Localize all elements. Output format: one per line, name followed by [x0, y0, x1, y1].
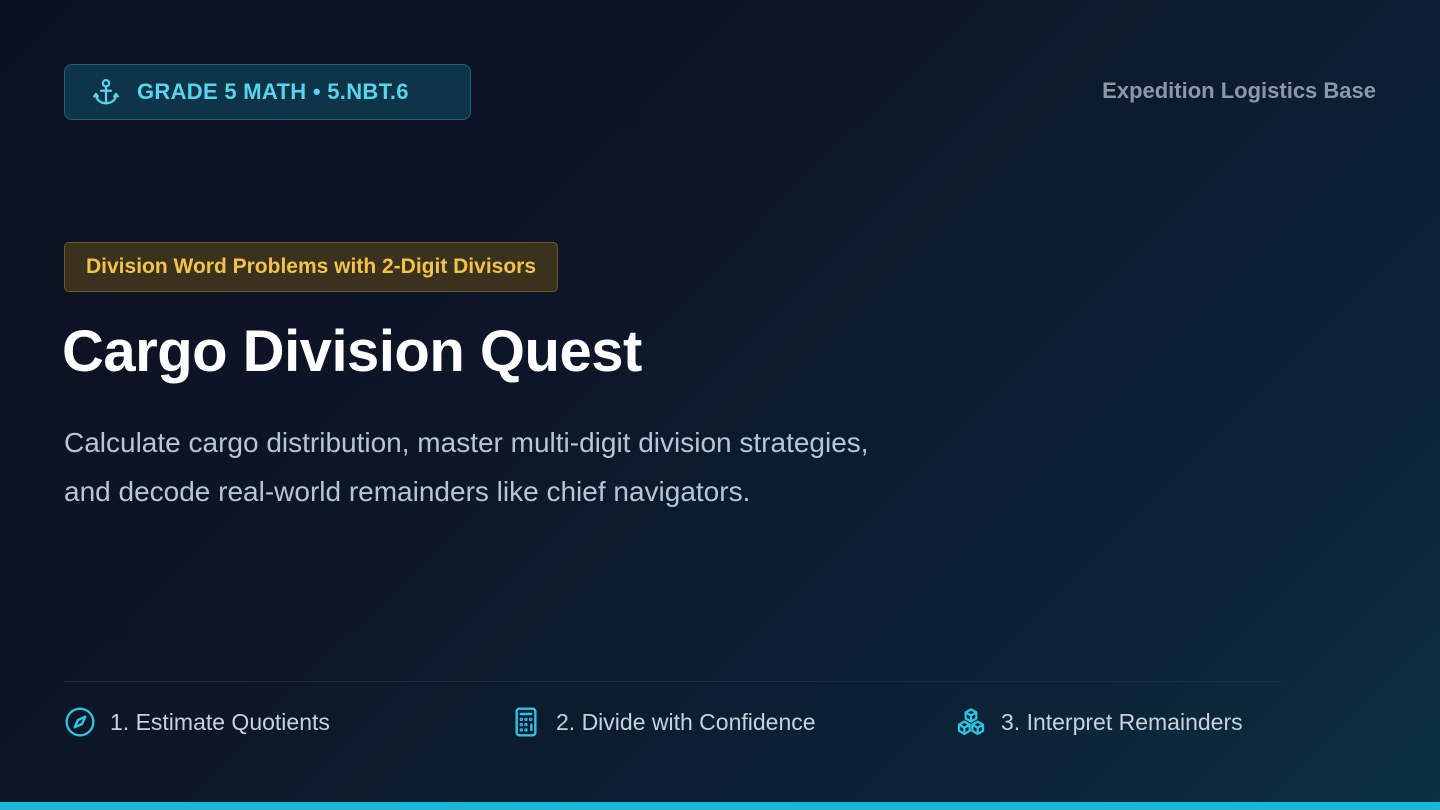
step-interpret-remainders: 3. Interpret Remainders: [955, 704, 1243, 740]
step-label: 1. Estimate Quotients: [110, 708, 330, 735]
step-label: 2. Divide with Confidence: [556, 708, 816, 735]
grade-badge: GRADE 5 MATH • 5.NBT.6: [64, 64, 471, 120]
boxes-icon: [955, 706, 987, 738]
calculator-icon: [510, 706, 542, 738]
page-title: Cargo Division Quest: [62, 319, 642, 384]
grade-badge-label: GRADE 5 MATH • 5.NBT.6: [137, 79, 409, 104]
anchor-icon: [91, 77, 121, 107]
topic-tag: Division Word Problems with 2-Digit Divi…: [64, 242, 559, 292]
divider: [64, 681, 1284, 682]
step-estimate-quotients: 1. Estimate Quotients: [64, 704, 330, 740]
compass-icon: [64, 706, 96, 738]
step-divide-with-confidence: 2. Divide with Confidence: [510, 704, 816, 740]
base-label: Expedition Logistics Base: [1102, 78, 1376, 103]
step-label: 3. Interpret Remainders: [1001, 708, 1243, 735]
page-subtitle: Calculate cargo distribution, master mul…: [64, 427, 869, 507]
accent-bar: [0, 802, 1440, 810]
steps-list: 1. Estimate Quotients 2. Divide with Con…: [64, 704, 1364, 740]
